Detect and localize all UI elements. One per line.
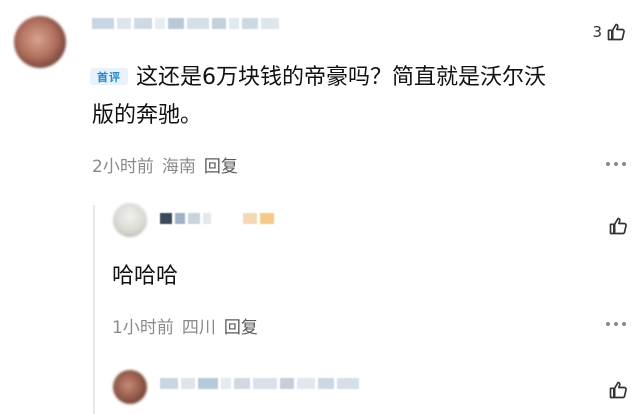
reply-reply-button[interactable]: 回复	[224, 313, 258, 338]
thread-divider	[93, 205, 95, 414]
reply-meta: 1小时前 四川 回复	[112, 313, 258, 338]
thumbs-up-icon[interactable]	[608, 380, 628, 400]
reply-avatar[interactable]	[113, 203, 147, 237]
comment-location: 海南	[161, 157, 196, 177]
reply-button[interactable]: 回复	[204, 152, 238, 177]
username-blurred[interactable]	[92, 18, 279, 29]
comment-meta: 2小时前 海南 回复	[92, 152, 238, 177]
comment-time: 2小时前	[92, 157, 154, 177]
reply-time: 1小时前	[112, 318, 174, 338]
like-button[interactable]: 3	[592, 22, 626, 42]
reply-text: 哈哈哈	[112, 264, 179, 289]
comment-text-line2: 版的奔驰。	[92, 103, 203, 128]
more-dots-icon[interactable]	[606, 162, 628, 168]
thumbs-up-icon	[607, 23, 625, 41]
avatar[interactable]	[14, 16, 66, 68]
reply2-username-blurred[interactable]	[160, 378, 359, 389]
thumbs-up-icon[interactable]	[608, 216, 628, 236]
reply2-avatar[interactable]	[113, 370, 147, 404]
reply-username-blurred[interactable]	[160, 213, 274, 224]
like-count: 3	[592, 23, 602, 41]
reply-location: 四川	[181, 318, 216, 338]
more-dots-icon[interactable]	[606, 322, 628, 328]
comment-text-line1: 这还是6万块钱的帝豪吗？简直就是沃尔沃	[136, 65, 546, 90]
first-comment-badge: 首评	[90, 68, 128, 85]
